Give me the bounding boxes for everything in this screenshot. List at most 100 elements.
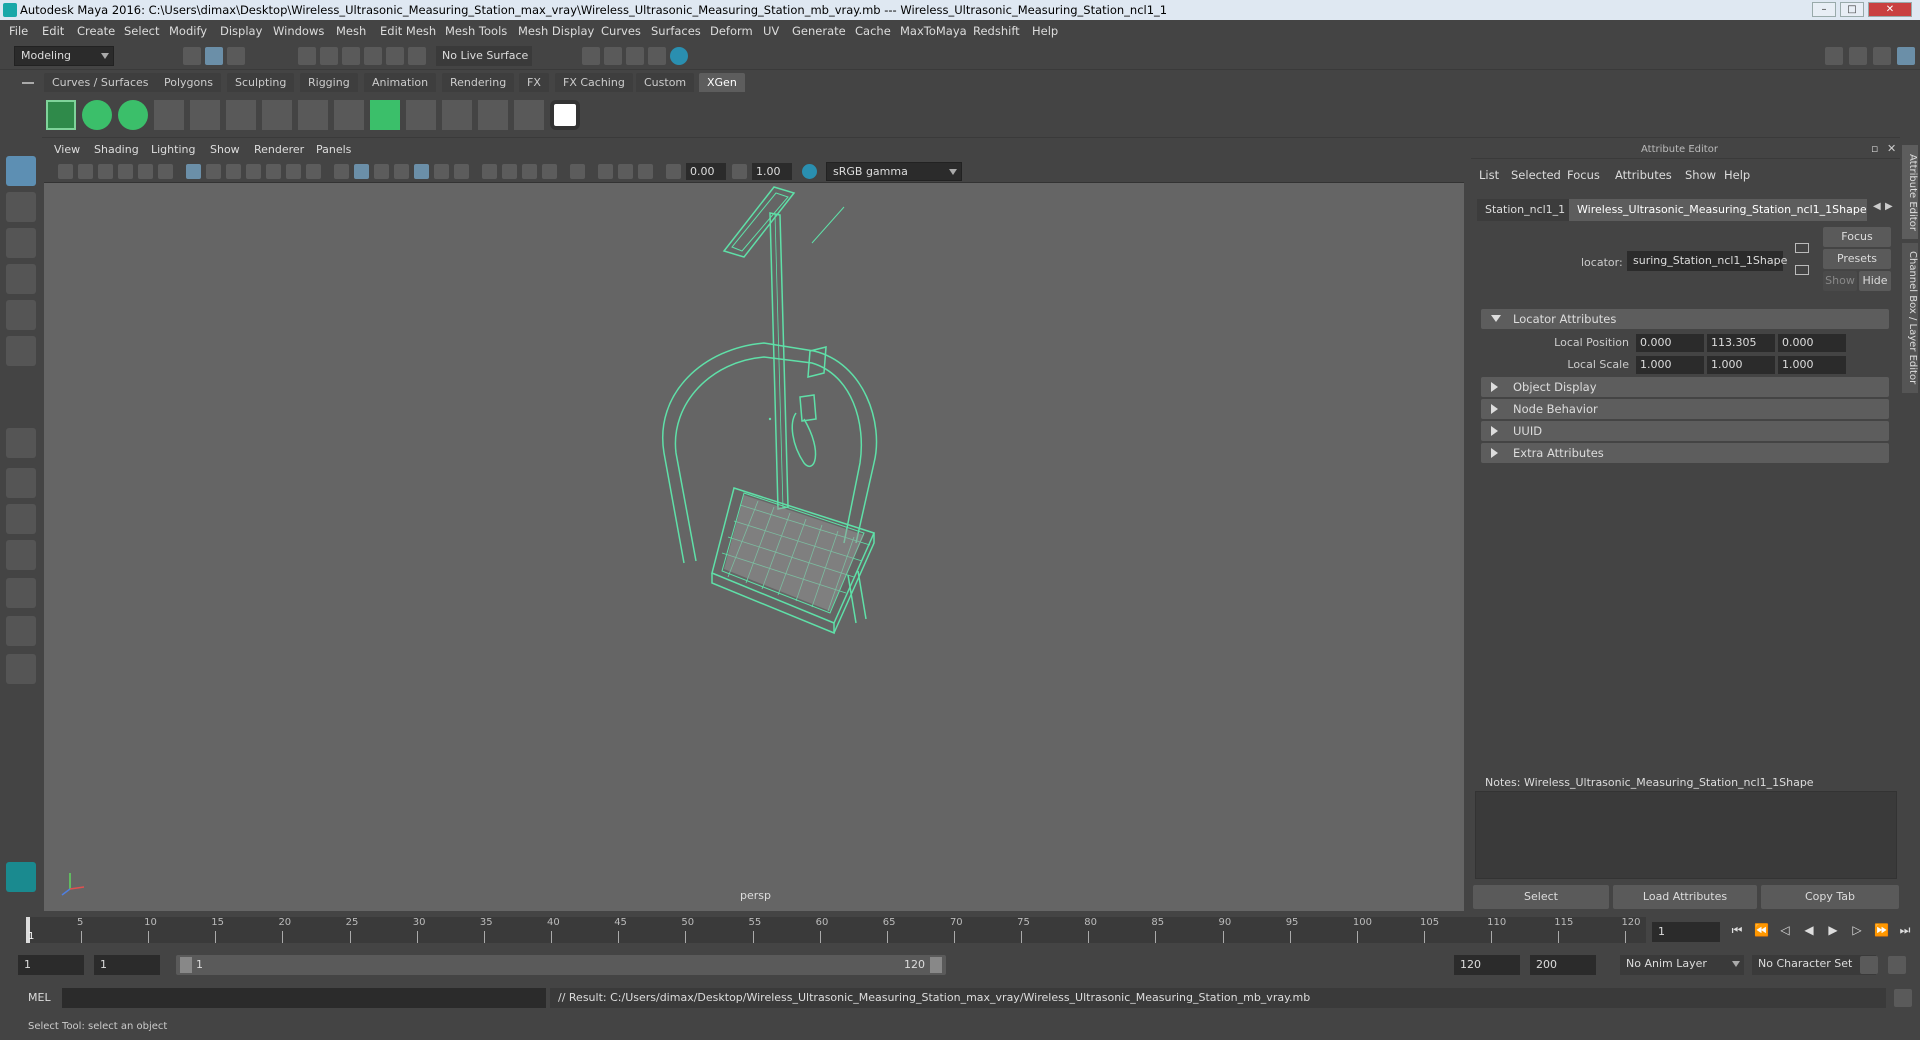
xray-joints-icon[interactable] xyxy=(598,164,613,179)
menu-select[interactable]: Select xyxy=(124,20,159,42)
film-gate-icon[interactable] xyxy=(206,164,221,179)
menu-maxtomaya[interactable]: MaxToMaya xyxy=(900,20,967,42)
vp-menu-view[interactable]: View xyxy=(54,143,80,156)
animation-preferences-icon[interactable] xyxy=(1888,956,1906,974)
menu-edit[interactable]: Edit xyxy=(42,20,64,42)
color-space-dropdown[interactable]: sRGB gamma xyxy=(826,162,962,181)
anim-layer-dropdown[interactable]: No Anim Layer xyxy=(1620,955,1744,975)
tab-fx-caching[interactable]: FX Caching xyxy=(555,73,633,92)
grid-icon[interactable] xyxy=(186,164,201,179)
xgen-lock-guide-icon[interactable] xyxy=(298,100,328,130)
end-frame-field[interactable]: 200 xyxy=(1530,955,1596,975)
local-position-z[interactable]: 0.000 xyxy=(1778,334,1846,352)
select-by-component-icon[interactable] xyxy=(227,47,245,65)
grease-pencil-icon[interactable] xyxy=(138,164,153,179)
lasso-tool-icon[interactable] xyxy=(6,192,36,222)
script-editor-icon[interactable] xyxy=(1894,989,1912,1007)
start-frame-field[interactable]: 1 xyxy=(18,955,84,975)
snap-point-icon[interactable] xyxy=(342,47,360,65)
local-position-x[interactable]: 0.000 xyxy=(1636,334,1704,352)
ae-menu-selected[interactable]: Selected xyxy=(1511,168,1561,182)
gamma-field[interactable]: 1.00 xyxy=(752,163,792,180)
tab-rendering[interactable]: Rendering xyxy=(442,73,515,92)
menu-generate[interactable]: Generate xyxy=(792,20,846,42)
command-input[interactable] xyxy=(62,988,546,1008)
vp-menu-renderer[interactable]: Renderer xyxy=(254,143,304,156)
time-slider[interactable]: 1 5 10 15 20 25 30 35 40 45 50 55 60 65 70 75 80 85 90 95 1… xyxy=(26,917,1646,943)
default-material-icon[interactable] xyxy=(374,164,389,179)
wireframe-icon[interactable] xyxy=(334,164,349,179)
locator-name-field[interactable]: suring_Station_ncl1_1Shape xyxy=(1627,251,1787,271)
focus-button[interactable]: Focus xyxy=(1823,227,1891,247)
paint-select-tool-icon[interactable] xyxy=(6,228,36,258)
show-button[interactable]: Show xyxy=(1823,271,1857,291)
tab-left-arrow-icon[interactable]: ◀ xyxy=(1873,201,1881,212)
select-tool-icon[interactable] xyxy=(6,156,36,186)
outliner-persp-layout-icon[interactable] xyxy=(6,540,36,570)
field-chart-icon[interactable] xyxy=(266,164,281,179)
snap-projected-icon[interactable] xyxy=(364,47,382,65)
perspective-viewport[interactable]: persp xyxy=(44,183,1464,911)
go-to-start-icon[interactable]: ⏮ xyxy=(1730,923,1744,937)
tab-channel-box[interactable]: Channel Box / Layer Editor xyxy=(1902,243,1918,393)
menu-display[interactable]: Display xyxy=(220,20,262,42)
script-language-toggle[interactable]: MEL xyxy=(28,991,51,1004)
rotate-tool-icon[interactable] xyxy=(6,300,36,330)
character-set-dropdown[interactable]: No Character Set xyxy=(1752,955,1876,975)
xgen-noise-icon[interactable] xyxy=(514,100,544,130)
four-view-layout-icon[interactable] xyxy=(6,468,36,498)
section-uuid[interactable]: UUID xyxy=(1481,421,1889,441)
xgen-layers-icon[interactable] xyxy=(370,100,400,130)
scale-tool-icon[interactable] xyxy=(6,336,36,366)
gamma-icon[interactable] xyxy=(732,164,747,179)
render-settings-icon[interactable] xyxy=(648,47,666,65)
local-position-y[interactable]: 113.305 xyxy=(1707,334,1775,352)
camera-icon[interactable] xyxy=(58,164,73,179)
smooth-shade-icon[interactable] xyxy=(354,164,369,179)
move-tool-icon[interactable] xyxy=(6,264,36,294)
xgen-sculpt-guide-icon[interactable] xyxy=(226,100,256,130)
tab-fx[interactable]: FX xyxy=(519,73,549,92)
local-scale-y[interactable]: 1.000 xyxy=(1707,356,1775,374)
hide-button[interactable]: Hide xyxy=(1859,271,1891,291)
xgen-guides-icon[interactable] xyxy=(154,100,184,130)
xgen-create-description-icon[interactable] xyxy=(118,100,148,130)
xgen-rotate-guide-icon[interactable] xyxy=(262,100,292,130)
input-connection-icon[interactable] xyxy=(1795,243,1809,253)
section-object-display[interactable]: Object Display xyxy=(1481,377,1889,397)
snap-live-icon[interactable] xyxy=(408,47,426,65)
minimize-button[interactable]: – xyxy=(1812,2,1836,17)
snap-grid-icon[interactable] xyxy=(298,47,316,65)
xgen-editor-icon[interactable] xyxy=(46,100,76,130)
ae-menu-attributes[interactable]: Attributes xyxy=(1615,168,1672,182)
select-by-hierarchy-icon[interactable] xyxy=(183,47,201,65)
menu-mesh-display[interactable]: Mesh Display xyxy=(518,20,594,42)
channel-box-icon[interactable] xyxy=(1873,47,1891,65)
ae-menu-focus[interactable]: Focus xyxy=(1567,168,1600,182)
color-management-icon[interactable] xyxy=(802,164,817,179)
ae-tab-transform[interactable]: Station_ncl1_1 xyxy=(1477,199,1574,221)
layout-options-icon[interactable] xyxy=(6,654,36,684)
menu-mesh[interactable]: Mesh xyxy=(336,20,366,42)
close-button[interactable]: ✕ xyxy=(1868,2,1912,17)
range-start-field[interactable]: 1 xyxy=(94,955,160,975)
menu-windows[interactable]: Windows xyxy=(273,20,324,42)
maximize-button[interactable]: □ xyxy=(1840,2,1864,17)
section-node-behavior[interactable]: Node Behavior xyxy=(1481,399,1889,419)
range-slider[interactable]: 1 120 xyxy=(176,955,946,975)
hypershade-icon[interactable] xyxy=(670,47,688,65)
xgen-comb-icon[interactable] xyxy=(334,100,364,130)
ae-menu-help[interactable]: Help xyxy=(1724,168,1750,182)
snap-curve-icon[interactable] xyxy=(320,47,338,65)
xgen-preview-icon[interactable] xyxy=(82,100,112,130)
layer-editor-icon[interactable] xyxy=(1897,47,1915,65)
wireframe-on-shaded-icon[interactable] xyxy=(394,164,409,179)
vp-menu-shading[interactable]: Shading xyxy=(94,143,139,156)
load-attributes-button[interactable]: Load Attributes xyxy=(1613,885,1757,909)
xgen-length-icon[interactable] xyxy=(478,100,508,130)
tab-right-arrow-icon[interactable]: ▶ xyxy=(1885,201,1893,212)
vp-menu-panels[interactable]: Panels xyxy=(316,143,351,156)
image-plane-icon[interactable] xyxy=(118,164,133,179)
step-back-key-icon[interactable]: ⏪ xyxy=(1754,923,1769,937)
xgen-hexagon-icon[interactable] xyxy=(550,100,580,130)
